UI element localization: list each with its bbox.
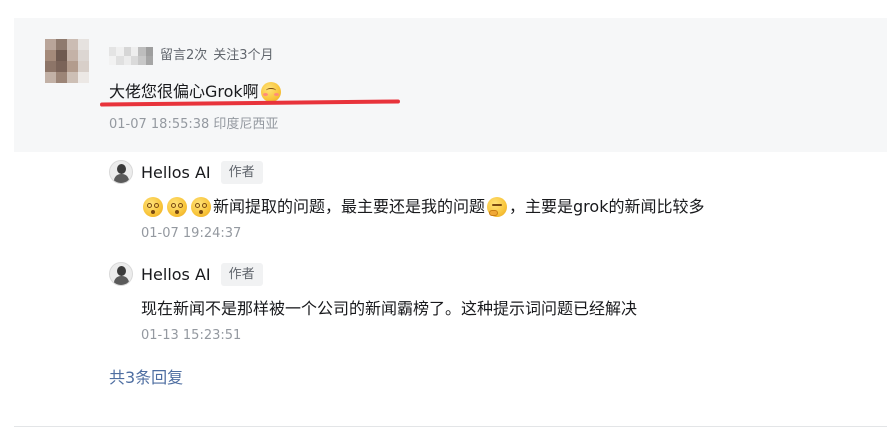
author-badge: 作者 xyxy=(220,262,263,286)
reply-avatar[interactable] xyxy=(109,160,133,184)
follow-duration: 关注3个月 xyxy=(213,48,274,63)
reply-item: Hellos AI 作者 新闻提取的问题，最主要还是我的问题 ，主要是grok的… xyxy=(109,159,869,243)
dazed-emoji-icon xyxy=(167,197,187,217)
reply-author-name[interactable]: Hellos AI xyxy=(141,163,211,182)
blush-emoji-icon xyxy=(260,82,281,102)
author-badge: 作者 xyxy=(220,160,263,184)
avatar[interactable] xyxy=(45,39,89,83)
reply-text: 新闻提取的问题，最主要还是我的问题 ，主要是grok的新闻比较多 xyxy=(141,195,869,219)
dazed-emoji-icon xyxy=(191,197,211,217)
reply-text-part2: ，主要是grok的新闻比较多 xyxy=(509,197,705,216)
thinking-emoji-icon xyxy=(487,197,508,217)
reply-timestamp: 01-13 15:23:51 xyxy=(141,328,242,343)
view-all-replies-link[interactable]: 共3条回复 xyxy=(109,367,183,389)
dazed-emoji-icon xyxy=(143,197,163,217)
reply-timestamp: 01-07 19:24:37 xyxy=(141,226,242,241)
divider xyxy=(14,426,887,427)
comment-count: 留言2次 xyxy=(160,48,208,63)
reply-text: 现在新闻不是那样被一个公司的新闻霸榜了。这种提示词问题已经解决 xyxy=(141,299,638,318)
reply-author-name[interactable]: Hellos AI xyxy=(141,265,211,284)
reply-text-part1: 新闻提取的问题，最主要还是我的问题 xyxy=(213,197,486,216)
comment-timestamp: 01-07 18:55:38 印度尼西亚 xyxy=(109,117,279,132)
username-pixelated[interactable] xyxy=(109,47,153,65)
reply-item: Hellos AI 作者 现在新闻不是那样被一个公司的新闻霸榜了。这种提示词问题… xyxy=(109,261,869,345)
reply-avatar[interactable] xyxy=(109,262,133,286)
user-meta: 留言2次 关注3个月 xyxy=(160,46,274,66)
